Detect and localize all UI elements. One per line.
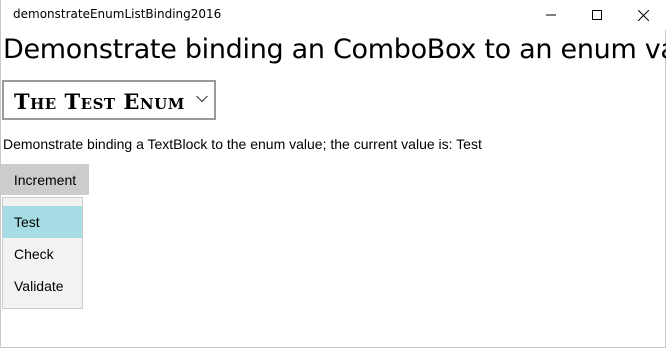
minimize-button[interactable] <box>528 0 574 30</box>
dropdown-item-validate[interactable]: Validate <box>3 270 82 302</box>
enum-value-textblock: Demonstrate binding a TextBlock to the e… <box>3 136 482 152</box>
maximize-button[interactable] <box>574 0 620 30</box>
window-title: demonstrateEnumListBinding2016 <box>13 7 222 21</box>
combobox-selected-value: The Test Enum <box>14 89 185 114</box>
combobox-dropdown-list: Test Check Validate <box>2 197 83 309</box>
chevron-down-icon <box>196 95 208 103</box>
page-heading: Demonstrate binding an ComboBox to an en… <box>3 34 666 65</box>
increment-button[interactable]: Increment <box>1 164 89 195</box>
dropdown-item-test[interactable]: Test <box>3 206 82 238</box>
title-bar[interactable]: demonstrateEnumListBinding2016 <box>1 0 666 30</box>
dropdown-item-check[interactable]: Check <box>3 238 82 270</box>
minimize-icon <box>546 14 556 16</box>
close-button[interactable] <box>620 0 666 30</box>
maximize-icon <box>592 10 602 20</box>
enum-combobox[interactable]: The Test Enum <box>2 80 216 120</box>
close-icon <box>637 9 649 21</box>
app-window: demonstrateEnumListBinding2016 Demonstra… <box>0 0 666 348</box>
